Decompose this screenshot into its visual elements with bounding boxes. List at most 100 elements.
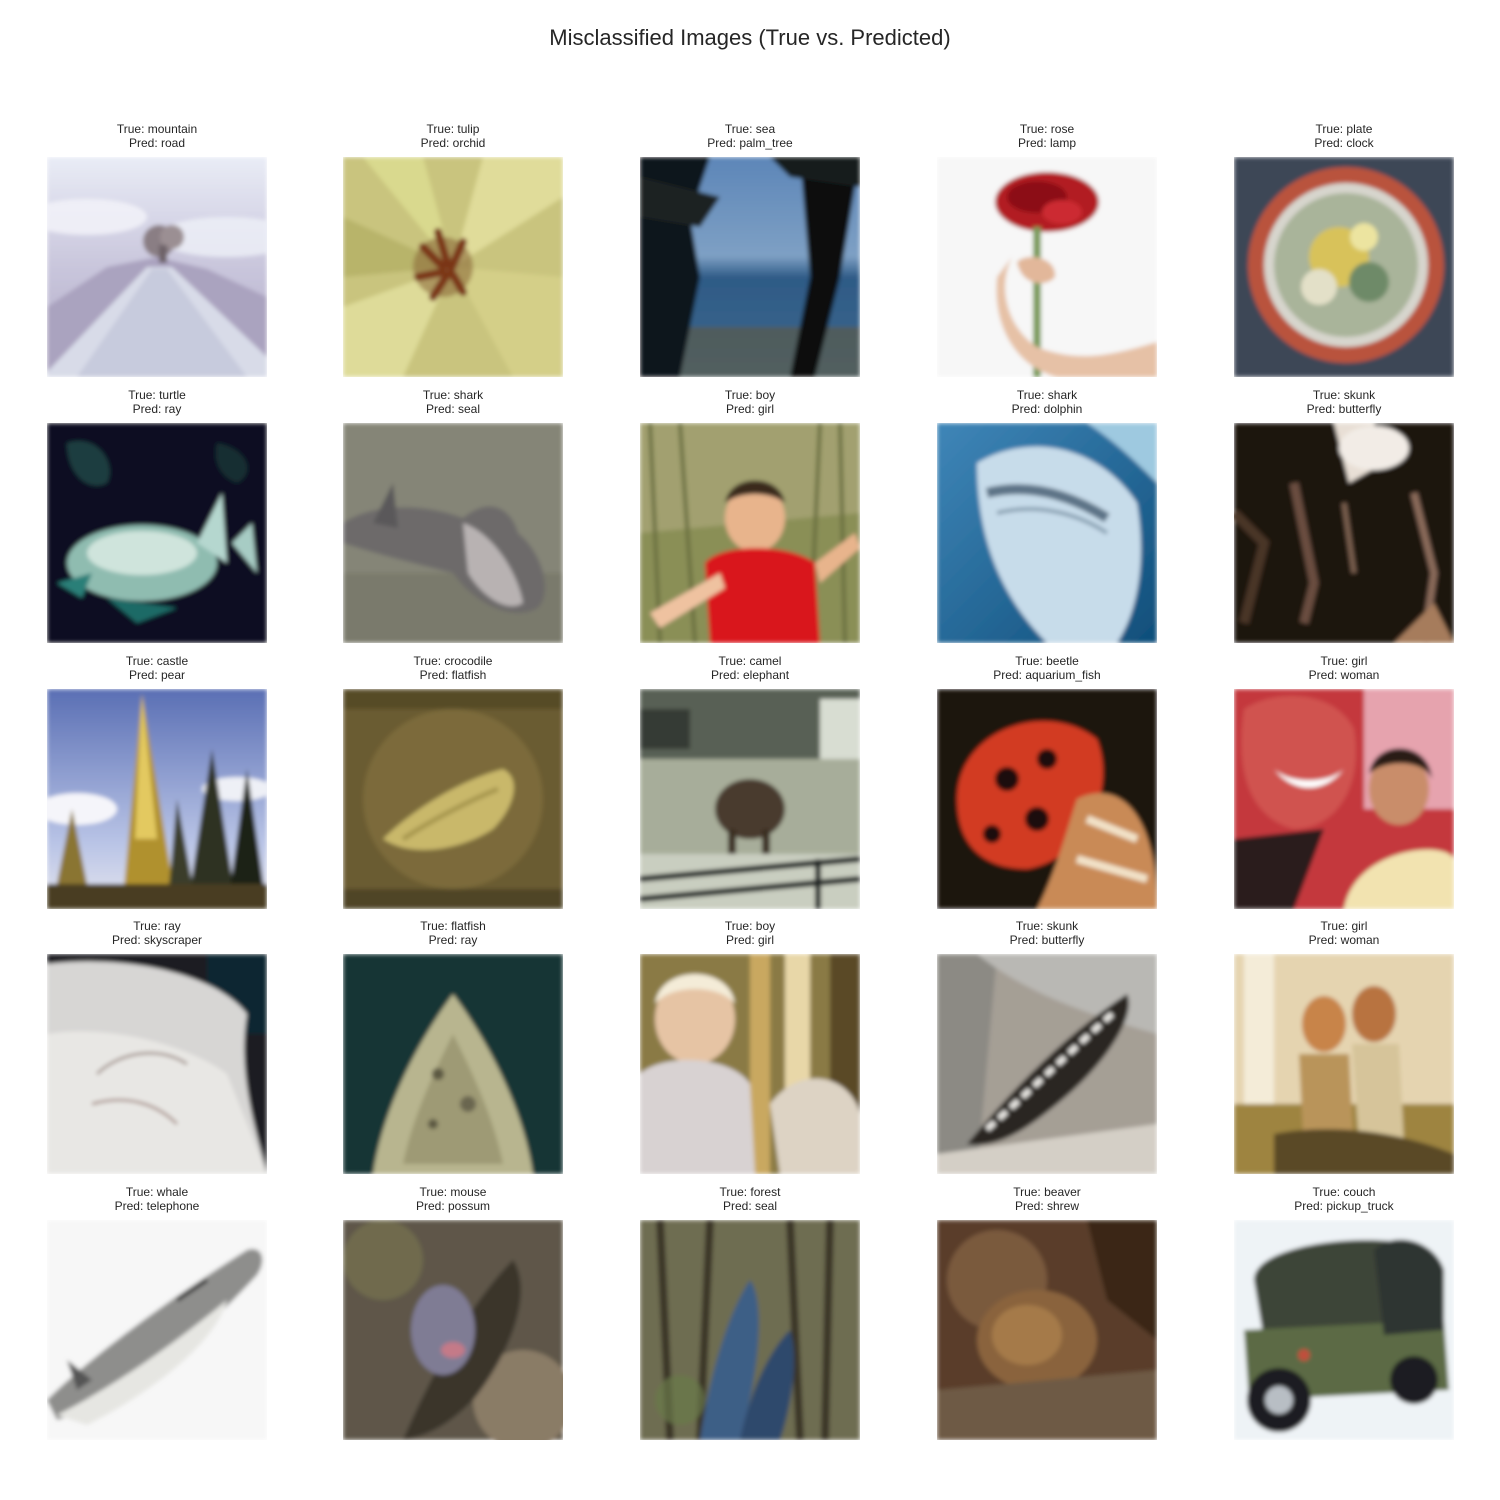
misclassified-image xyxy=(937,423,1157,643)
image-panel: True: rose Pred: lamp xyxy=(937,122,1157,377)
misclassified-image xyxy=(47,423,267,643)
misclassified-image xyxy=(640,954,860,1174)
misclassified-image xyxy=(47,954,267,1174)
panel-caption: True: shark Pred: dolphin xyxy=(897,388,1197,416)
image-panel: True: whale Pred: telephone xyxy=(47,1185,267,1440)
predicted-label: Pred: girl xyxy=(725,933,775,947)
panel-caption: True: beetle Pred: aquarium_fish xyxy=(897,654,1197,682)
panel-caption: True: couch Pred: pickup_truck xyxy=(1194,1185,1494,1213)
panel-caption: True: castle Pred: pear xyxy=(7,654,307,682)
misclassified-image xyxy=(937,157,1157,377)
true-label: True: rose xyxy=(1019,122,1075,136)
panel-caption: True: mountain Pred: road xyxy=(7,122,307,150)
misclassified-image xyxy=(640,423,860,643)
misclassified-image xyxy=(937,954,1157,1174)
panel-caption: True: girl Pred: woman xyxy=(1194,919,1494,947)
predicted-label: Pred: road xyxy=(128,136,186,150)
predicted-label: Pred: ray xyxy=(132,402,182,416)
figure-title: Misclassified Images (True vs. Predicted… xyxy=(549,25,951,50)
image-panel: True: crocodile Pred: flatfish xyxy=(343,654,563,909)
true-label: True: castle xyxy=(125,654,189,668)
panel-caption: True: girl Pred: woman xyxy=(1194,654,1494,682)
true-label: True: forest xyxy=(719,1185,781,1199)
true-label: True: sea xyxy=(724,122,776,136)
true-label: True: turtle xyxy=(128,388,186,402)
image-panel: True: turtle Pred: ray xyxy=(47,388,267,643)
misclassified-image xyxy=(343,157,563,377)
misclassified-image xyxy=(343,1220,563,1440)
misclassified-image xyxy=(343,954,563,1174)
predicted-label: Pred: dolphin xyxy=(1011,402,1083,416)
misclassified-image xyxy=(1234,689,1454,909)
true-label: True: mountain xyxy=(116,122,198,136)
image-panel: True: mountain Pred: road xyxy=(47,122,267,377)
misclassified-image xyxy=(47,689,267,909)
image-panel: True: shark Pred: seal xyxy=(343,388,563,643)
panel-caption: True: turtle Pred: ray xyxy=(7,388,307,416)
predicted-label: Pred: lamp xyxy=(1017,136,1077,150)
true-label: True: camel xyxy=(718,654,782,668)
misclassified-image xyxy=(47,157,267,377)
predicted-label: Pred: telephone xyxy=(114,1199,200,1213)
predicted-label: Pred: butterfly xyxy=(1009,933,1085,947)
misclassified-image xyxy=(343,689,563,909)
predicted-label: Pred: woman xyxy=(1308,668,1380,682)
predicted-label: Pred: girl xyxy=(725,402,775,416)
true-label: True: whale xyxy=(125,1185,189,1199)
image-panel: True: mouse Pred: possum xyxy=(343,1185,563,1440)
panel-caption: True: ray Pred: skyscraper xyxy=(7,919,307,947)
true-label: True: shark xyxy=(422,388,484,402)
image-panel: True: beaver Pred: shrew xyxy=(937,1185,1157,1440)
predicted-label: Pred: orchid xyxy=(420,136,486,150)
image-panel: True: flatfish Pred: ray xyxy=(343,919,563,1174)
predicted-label: Pred: elephant xyxy=(710,668,790,682)
true-label: True: couch xyxy=(1312,1185,1376,1199)
panel-caption: True: skunk Pred: butterfly xyxy=(1194,388,1494,416)
misclassified-image xyxy=(640,689,860,909)
panel-caption: True: tulip Pred: orchid xyxy=(303,122,603,150)
predicted-label: Pred: palm_tree xyxy=(707,136,793,150)
predicted-label: Pred: pear xyxy=(128,668,186,682)
true-label: True: skunk xyxy=(1015,919,1079,933)
misclassified-image xyxy=(1234,423,1454,643)
image-panel: True: skunk Pred: butterfly xyxy=(937,919,1157,1174)
misclassified-image xyxy=(937,1220,1157,1440)
misclassified-image xyxy=(1234,954,1454,1174)
predicted-label: Pred: flatfish xyxy=(419,668,487,682)
misclassified-image xyxy=(640,157,860,377)
true-label: True: skunk xyxy=(1312,388,1376,402)
image-panel: True: plate Pred: clock xyxy=(1234,122,1454,377)
true-label: True: beaver xyxy=(1013,1185,1081,1199)
panel-caption: True: plate Pred: clock xyxy=(1194,122,1494,150)
misclassified-image xyxy=(1234,157,1454,377)
image-panel: True: shark Pred: dolphin xyxy=(937,388,1157,643)
panel-caption: True: boy Pred: girl xyxy=(600,919,900,947)
true-label: True: girl xyxy=(1320,919,1368,933)
image-panel: True: camel Pred: elephant xyxy=(640,654,860,909)
true-label: True: girl xyxy=(1320,654,1368,668)
image-panel: True: skunk Pred: butterfly xyxy=(1234,388,1454,643)
misclassified-image xyxy=(640,1220,860,1440)
image-panel: True: boy Pred: girl xyxy=(640,919,860,1174)
image-panel: True: ray Pred: skyscraper xyxy=(47,919,267,1174)
true-label: True: plate xyxy=(1315,122,1373,136)
panel-caption: True: rose Pred: lamp xyxy=(897,122,1197,150)
predicted-label: Pred: shrew xyxy=(1014,1199,1080,1213)
panel-caption: True: whale Pred: telephone xyxy=(7,1185,307,1213)
image-panel: True: boy Pred: girl xyxy=(640,388,860,643)
image-panel: True: girl Pred: woman xyxy=(1234,919,1454,1174)
predicted-label: Pred: ray xyxy=(428,933,478,947)
true-label: True: boy xyxy=(724,388,776,402)
true-label: True: mouse xyxy=(419,1185,487,1199)
true-label: True: beetle xyxy=(1015,654,1079,668)
true-label: True: tulip xyxy=(426,122,480,136)
panel-caption: True: crocodile Pred: flatfish xyxy=(303,654,603,682)
panel-caption: True: boy Pred: girl xyxy=(600,388,900,416)
misclassified-image-grid: True: mountain Pred: road True: tulip Pred… xyxy=(47,122,1454,1442)
predicted-label: Pred: aquarium_fish xyxy=(993,668,1101,682)
misclassified-image xyxy=(1234,1220,1454,1440)
image-panel: True: girl Pred: woman xyxy=(1234,654,1454,909)
true-label: True: shark xyxy=(1016,388,1078,402)
true-label: True: boy xyxy=(724,919,776,933)
panel-caption: True: camel Pred: elephant xyxy=(600,654,900,682)
